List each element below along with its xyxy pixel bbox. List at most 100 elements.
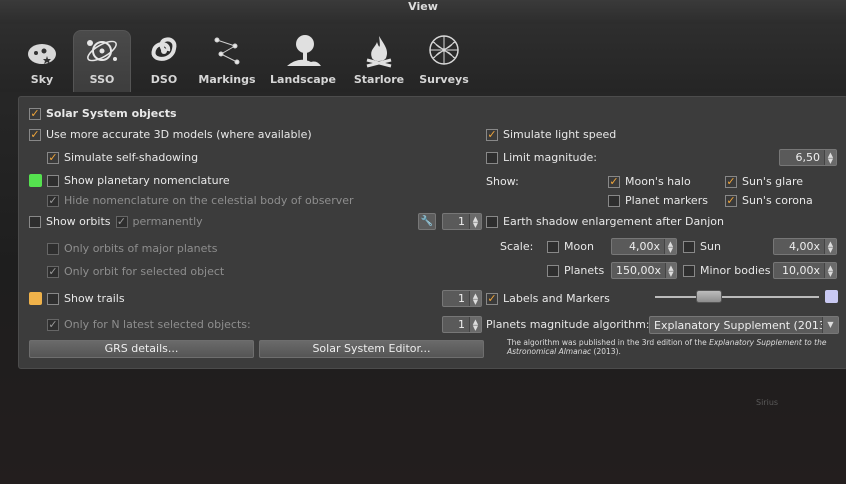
landscape-icon xyxy=(287,35,321,66)
solar-system-editor-button[interactable]: Solar System Editor... xyxy=(259,340,484,358)
tab-sso[interactable]: SSO xyxy=(73,30,131,92)
suns-glare-row[interactable]: ✓ Sun's glare xyxy=(725,175,803,188)
sun-scale-spinbox[interactable]: 4,00x ▲ ▼ xyxy=(773,238,837,255)
selected-object-orbit-label: Only orbit for selected object xyxy=(64,265,225,278)
surveys-icon xyxy=(429,35,459,65)
light-speed-checkbox[interactable]: ✓ xyxy=(486,128,498,141)
hide-nomenclature-checkbox[interactable]: ✓ xyxy=(47,194,59,207)
limit-magnitude-checkbox[interactable] xyxy=(486,151,498,164)
planets-scale-row[interactable]: Planets xyxy=(547,264,604,277)
suns-glare-checkbox[interactable]: ✓ xyxy=(725,175,737,188)
magnitude-algorithm-row: Planets magnitude algorithm: xyxy=(486,318,650,331)
orbit-thickness-spinbox[interactable]: 1 ▲ ▼ xyxy=(442,213,482,230)
self-shadowing-row[interactable]: ✓ Simulate self-shadowing xyxy=(47,151,198,164)
moons-halo-checkbox[interactable]: ✓ xyxy=(608,175,620,188)
planet-markers-checkbox[interactable] xyxy=(608,194,620,207)
spin-arrows-icon[interactable]: ▲ ▼ xyxy=(824,239,836,254)
planets-scale-value: 150,00x xyxy=(616,264,661,277)
labels-markers-checkbox[interactable]: ✓ xyxy=(486,292,498,305)
spin-arrows-icon[interactable]: ▲ ▼ xyxy=(824,150,836,165)
grs-details-button[interactable]: GRS details... xyxy=(29,340,254,358)
accurate-models-row[interactable]: ✓ Use more accurate 3D models (where ava… xyxy=(29,128,312,141)
major-planets-checkbox[interactable] xyxy=(47,242,59,255)
nomenclature-color-swatch[interactable] xyxy=(29,174,42,187)
planetary-nomenclature-row[interactable]: Show planetary nomenclature xyxy=(29,174,230,187)
spin-arrows-icon[interactable]: ▲ ▼ xyxy=(664,239,676,254)
earth-shadow-row[interactable]: Earth shadow enlargement after Danjon xyxy=(486,215,724,228)
orbit-settings-wrench-icon[interactable]: 🔧 xyxy=(418,213,436,230)
show-trails-checkbox[interactable] xyxy=(47,292,59,305)
latest-selected-checkbox[interactable]: ✓ xyxy=(47,318,59,331)
algorithm-note-prefix: The algorithm was published in the 3rd e… xyxy=(507,338,710,347)
tab-dso[interactable]: DSO xyxy=(140,30,188,92)
tab-label: Markings xyxy=(198,73,256,86)
latest-selected-label: Only for N latest selected objects: xyxy=(64,318,251,331)
chevron-down-icon[interactable]: ▼ xyxy=(822,317,838,333)
magnitude-algorithm-value: Explanatory Supplement (2013) xyxy=(654,318,822,332)
labels-markers-label: Labels and Markers xyxy=(503,292,610,305)
hide-nomenclature-row[interactable]: ✓ Hide nomenclature on the celestial bod… xyxy=(47,194,354,207)
planetary-nomenclature-checkbox[interactable] xyxy=(47,174,59,187)
major-planets-row[interactable]: Only orbits of major planets xyxy=(47,242,217,255)
window-titlebar[interactable]: View xyxy=(0,0,846,26)
spin-arrows-icon[interactable]: ▲ ▼ xyxy=(665,263,676,278)
slider-handle[interactable] xyxy=(696,290,723,303)
planet-markers-row[interactable]: Planet markers xyxy=(608,194,708,207)
light-speed-row[interactable]: ✓ Simulate light speed xyxy=(486,128,616,141)
minor-bodies-row[interactable]: Minor bodies xyxy=(683,264,771,277)
labels-markers-row[interactable]: ✓ Labels and Markers xyxy=(486,292,610,305)
show-label-row: Show: xyxy=(486,175,519,188)
limit-magnitude-row[interactable]: Limit magnitude: xyxy=(486,151,597,164)
latest-count-spinbox[interactable]: 1 ▲ ▼ xyxy=(442,316,482,333)
magnitude-algorithm-label: Planets magnitude algorithm: xyxy=(486,318,650,331)
self-shadowing-checkbox[interactable]: ✓ xyxy=(47,151,59,164)
tab-landscape[interactable]: Landscape xyxy=(267,30,339,92)
sun-scale-row[interactable]: Sun xyxy=(683,240,721,253)
show-orbits-row[interactable]: Show orbits ✓ permanently xyxy=(29,215,203,228)
accurate-models-checkbox[interactable]: ✓ xyxy=(29,128,41,141)
suns-corona-row[interactable]: ✓ Sun's corona xyxy=(725,194,813,207)
tab-label: SSO xyxy=(89,73,115,86)
spin-arrows-icon[interactable]: ▲ ▼ xyxy=(469,317,481,332)
markings-icon xyxy=(214,37,240,65)
tab-surveys[interactable]: Surveys xyxy=(415,30,473,92)
labels-amount-slider[interactable] xyxy=(655,288,819,306)
planets-scale-label: Planets xyxy=(564,264,605,277)
tab-markings[interactable]: Markings xyxy=(194,30,260,92)
minor-bodies-checkbox[interactable] xyxy=(683,264,695,277)
tab-starlore[interactable]: Starlore xyxy=(350,30,408,92)
tab-sky[interactable]: Sky xyxy=(18,30,66,92)
labels-color-swatch[interactable] xyxy=(825,290,838,303)
planets-scale-spinbox[interactable]: 150,00x ▲ ▼ xyxy=(611,262,677,279)
solar-system-objects-row[interactable]: ✓ Solar System objects xyxy=(29,107,177,120)
magnitude-algorithm-select[interactable]: Explanatory Supplement (2013) ▼ xyxy=(649,316,839,334)
minor-bodies-spinbox[interactable]: 10,00x ▲ ▼ xyxy=(773,262,837,279)
latest-count-value: 1 xyxy=(458,318,465,331)
moon-scale-checkbox[interactable] xyxy=(547,240,559,253)
selected-object-orbit-row[interactable]: ✓ Only orbit for selected object xyxy=(47,265,224,278)
planets-scale-checkbox[interactable] xyxy=(547,264,559,277)
selected-object-orbit-checkbox[interactable]: ✓ xyxy=(47,265,59,278)
show-trails-row[interactable]: Show trails xyxy=(29,292,125,305)
moon-scale-row[interactable]: Moon xyxy=(547,240,594,253)
sun-scale-checkbox[interactable] xyxy=(683,240,695,253)
limit-magnitude-spinbox[interactable]: 6,50 ▲ ▼ xyxy=(779,149,837,166)
moon-scale-spinbox[interactable]: 4,00x ▲ ▼ xyxy=(611,238,677,255)
trails-thickness-spinbox[interactable]: 1 ▲ ▼ xyxy=(442,290,482,307)
tab-label: Landscape xyxy=(270,73,336,86)
suns-corona-label: Sun's corona xyxy=(742,194,813,207)
solar-system-objects-checkbox[interactable]: ✓ xyxy=(29,107,41,120)
spin-arrows-icon[interactable]: ▲ ▼ xyxy=(469,291,481,306)
show-orbits-checkbox[interactable] xyxy=(29,215,41,228)
spin-arrows-icon[interactable]: ▲ ▼ xyxy=(824,263,836,278)
moons-halo-row[interactable]: ✓ Moon's halo xyxy=(608,175,691,188)
earth-shadow-checkbox[interactable] xyxy=(486,215,498,228)
minor-bodies-label: Minor bodies xyxy=(700,264,771,277)
trails-color-swatch[interactable] xyxy=(29,292,42,305)
moon-scale-label: Moon xyxy=(564,240,594,253)
permanently-checkbox[interactable]: ✓ xyxy=(115,215,128,228)
suns-corona-checkbox[interactable]: ✓ xyxy=(725,194,737,207)
orbit-thickness-value: 1 xyxy=(458,215,465,228)
latest-selected-row[interactable]: ✓ Only for N latest selected objects: xyxy=(47,318,251,331)
spin-arrows-icon[interactable]: ▲ ▼ xyxy=(469,214,481,229)
